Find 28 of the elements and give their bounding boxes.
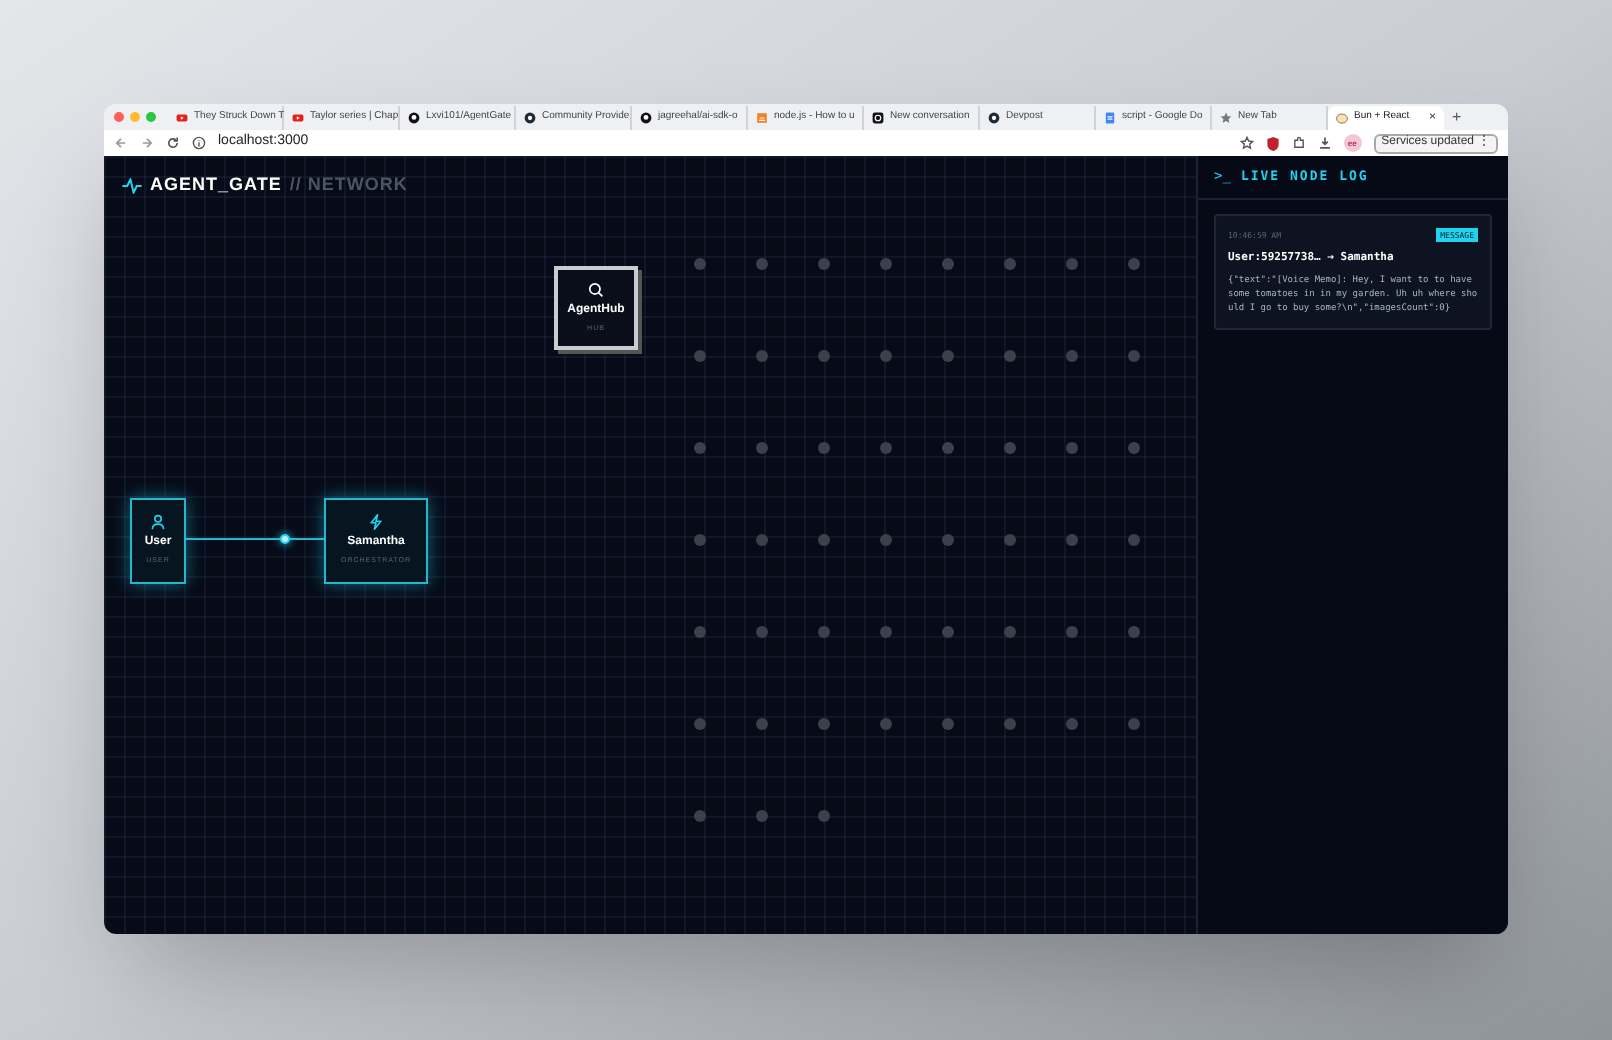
back-icon[interactable] <box>114 136 128 150</box>
lightning-icon <box>368 514 384 531</box>
download-icon[interactable] <box>1317 136 1332 150</box>
tab-favicon-icon <box>872 112 884 124</box>
reload-icon[interactable] <box>166 136 180 150</box>
pulse-icon <box>122 177 142 194</box>
tab-favicon-icon <box>640 112 652 124</box>
connection-line <box>186 538 324 540</box>
close-window-icon[interactable] <box>114 112 124 122</box>
forward-icon[interactable] <box>140 136 154 150</box>
tab-favicon-icon <box>408 112 420 124</box>
bookmark-star-icon[interactable] <box>1239 136 1254 150</box>
shield-icon[interactable] <box>1265 135 1280 151</box>
person-icon <box>150 514 166 531</box>
tab-favicon-icon <box>1104 112 1116 124</box>
tab-favicon-icon <box>524 112 536 124</box>
section-title: // NETWORK <box>289 172 408 198</box>
tab-favicon-icon <box>988 112 1000 124</box>
brand-title: AGENT_GATE <box>150 172 282 198</box>
puzzle-icon[interactable] <box>1291 136 1306 150</box>
tab-favicon-icon <box>1336 112 1348 124</box>
tab-favicon-icon <box>292 112 304 124</box>
tab-favicon-icon <box>176 112 188 124</box>
tab-favicon-icon <box>756 112 768 124</box>
info-icon[interactable] <box>192 136 206 150</box>
new-tab-button[interactable]: + <box>1452 105 1462 129</box>
search-icon <box>588 281 604 298</box>
tab-favicon-icon <box>1220 112 1232 124</box>
